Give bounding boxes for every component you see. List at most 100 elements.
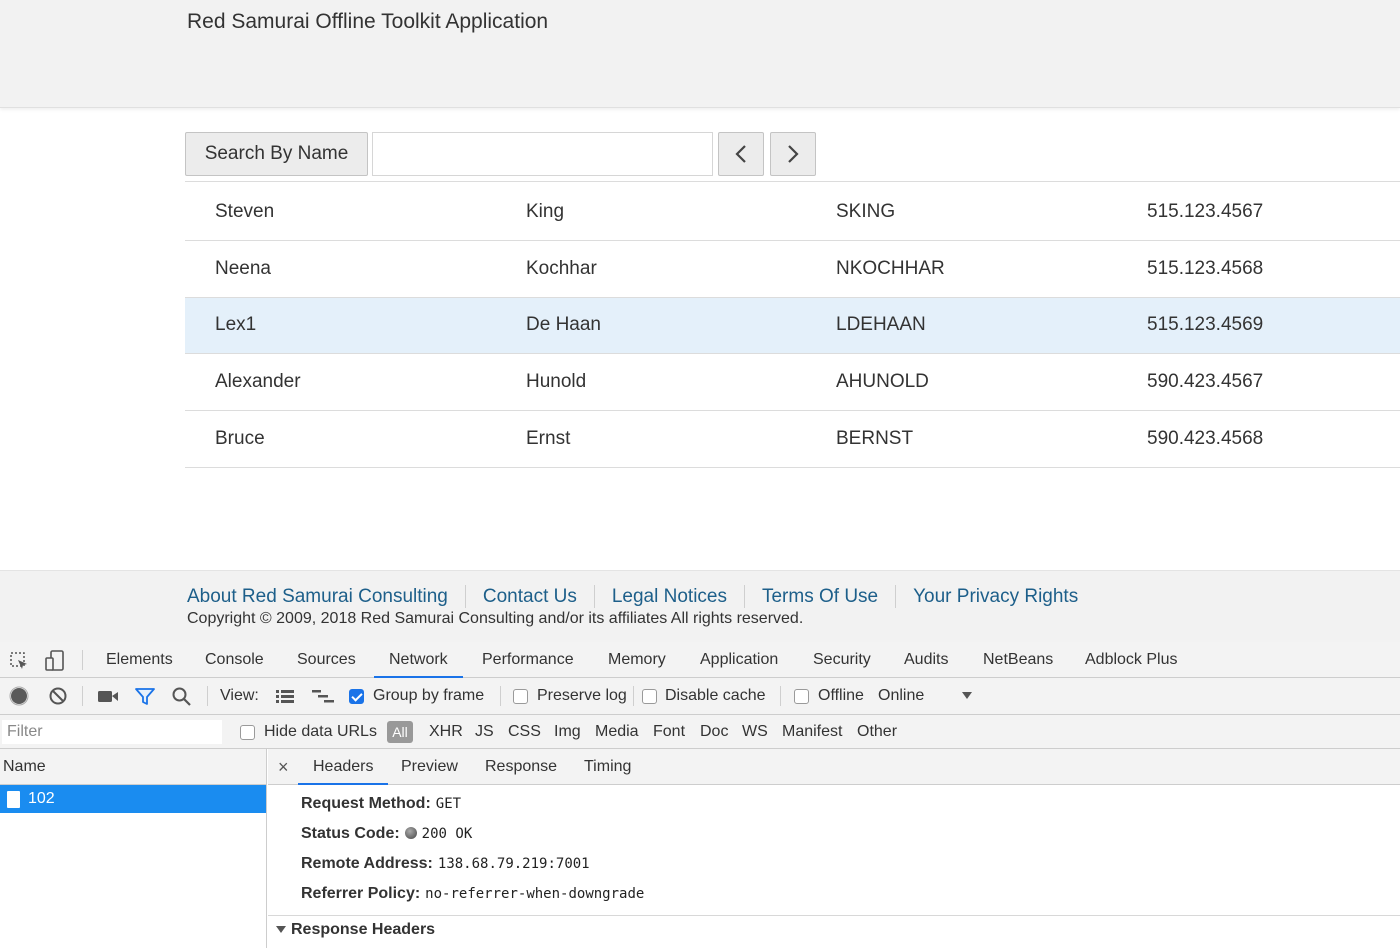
first-name-cell: Bruce	[215, 428, 265, 450]
toolbar-divider	[185, 181, 1400, 182]
close-icon[interactable]: ×	[278, 749, 289, 785]
phone-cell: 515.123.4569	[1147, 314, 1264, 336]
tab-application[interactable]: Application	[700, 642, 778, 678]
record-icon[interactable]	[9, 686, 29, 706]
email-cell: BERNST	[836, 428, 914, 450]
table-row[interactable]: Neena Kochhar NKOCHHAR 515.123.4568	[185, 241, 1400, 298]
tab-elements[interactable]: Elements	[106, 642, 173, 678]
footer-link-privacy[interactable]: Your Privacy Rights	[895, 585, 1095, 608]
type-filter-ws[interactable]: WS	[742, 715, 768, 749]
first-name-cell: Alexander	[215, 371, 301, 393]
last-name-cell: Hunold	[526, 371, 587, 393]
type-filter-all[interactable]: All	[387, 721, 413, 743]
footer-link-legal[interactable]: Legal Notices	[593, 585, 744, 608]
tab-audits[interactable]: Audits	[904, 642, 948, 678]
next-button[interactable]	[770, 132, 816, 176]
preserve-log-label: Preserve log	[537, 687, 627, 704]
referrer-policy-value: no-referrer-when-downgrade	[425, 886, 645, 902]
filter-bar: Hide data URLs All XHR JS CSS Img Media …	[0, 715, 1400, 749]
inspect-element-icon[interactable]	[8, 650, 30, 672]
last-name-cell: Ernst	[526, 428, 571, 450]
devtools-separator	[82, 650, 83, 670]
request-detail-tabs: × Headers Preview Response Timing	[268, 749, 1400, 785]
search-icon[interactable]	[171, 686, 193, 706]
toolbar-separator	[207, 686, 208, 706]
email-cell: AHUNOLD	[836, 371, 929, 393]
disable-cache-label: Disable cache	[665, 687, 766, 704]
tab-console[interactable]: Console	[205, 642, 264, 678]
tab-headers[interactable]: Headers	[298, 749, 389, 785]
device-toolbar-icon[interactable]	[44, 650, 66, 672]
last-name-cell: King	[526, 200, 565, 222]
status-code-row: Status Code: 200 OK	[301, 825, 472, 843]
document-icon	[7, 791, 20, 808]
app-header: Red Samurai Offline Toolkit Application	[0, 0, 1400, 108]
offline-checkbox[interactable]	[794, 689, 809, 704]
previous-button[interactable]	[718, 132, 764, 176]
tab-sources[interactable]: Sources	[297, 642, 356, 678]
type-filter-xhr[interactable]: XHR	[429, 715, 463, 749]
type-filter-img[interactable]: Img	[554, 715, 581, 749]
footer-link-terms[interactable]: Terms Of Use	[743, 585, 895, 608]
tab-network[interactable]: Network	[374, 642, 463, 678]
type-filter-css[interactable]: CSS	[508, 715, 541, 749]
first-name-cell: Steven	[215, 200, 275, 222]
section-divider	[268, 915, 1400, 916]
search-input[interactable]	[372, 132, 713, 176]
last-name-cell: De Haan	[526, 314, 601, 336]
devtools-panel: Elements Console Sources Network Perform…	[0, 642, 1400, 948]
tab-adblock-plus[interactable]: Adblock Plus	[1085, 642, 1178, 678]
email-cell: LDEHAAN	[836, 314, 926, 336]
preserve-log-checkbox[interactable]	[513, 689, 528, 704]
tab-memory[interactable]: Memory	[608, 642, 666, 678]
tab-preview[interactable]: Preview	[401, 749, 458, 785]
phone-cell: 515.123.4567	[1147, 200, 1264, 222]
dropdown-arrow-icon[interactable]	[961, 691, 973, 701]
hide-data-urls-checkbox[interactable]	[240, 725, 255, 740]
table-row[interactable]: Alexander Hunold AHUNOLD 590.423.4567	[185, 354, 1400, 412]
response-headers-toggle[interactable]: Response Headers	[276, 921, 435, 939]
table-row-selected[interactable]: Lex1 De Haan LDEHAAN 515.123.4569	[185, 297, 1400, 355]
large-rows-icon[interactable]	[274, 686, 296, 706]
devtools-tab-bar: Elements Console Sources Network Perform…	[0, 642, 1400, 678]
filter-input[interactable]	[2, 720, 222, 744]
table-row[interactable]: Steven King SKING 515.123.4567	[185, 184, 1400, 241]
request-row[interactable]: 102	[0, 785, 266, 813]
type-filter-manifest[interactable]: Manifest	[782, 715, 842, 749]
copyright-text: Copyright © 2009, 2018 Red Samurai Consu…	[187, 610, 804, 627]
status-code-value: 200 OK	[421, 826, 473, 842]
type-filter-media[interactable]: Media	[595, 715, 639, 749]
search-by-name-button[interactable]: Search By Name	[185, 132, 368, 176]
table-row[interactable]: Bruce Ernst BERNST 590.423.4568	[185, 411, 1400, 468]
last-name-cell: Kochhar	[526, 257, 597, 279]
tab-security[interactable]: Security	[813, 642, 871, 678]
phone-cell: 590.423.4567	[1147, 371, 1264, 393]
overview-waterfall-icon[interactable]	[311, 686, 335, 706]
tab-timing[interactable]: Timing	[584, 749, 631, 785]
type-filter-font[interactable]: Font	[653, 715, 685, 749]
expand-triangle-icon	[276, 926, 286, 933]
filter-funnel-icon[interactable]	[134, 686, 156, 706]
tab-netbeans[interactable]: NetBeans	[983, 642, 1053, 678]
footer-link-contact[interactable]: Contact Us	[464, 585, 594, 608]
disable-cache-checkbox[interactable]	[642, 689, 657, 704]
tab-response[interactable]: Response	[485, 749, 557, 785]
footer-link-about[interactable]: About Red Samurai Consulting	[187, 585, 465, 608]
toolbar-separator	[633, 686, 634, 706]
employees-table: Steven King SKING 515.123.4567 Neena Koc…	[185, 184, 1400, 468]
remote-address-label: Remote Address:	[301, 855, 433, 872]
group-by-frame-checkbox[interactable]	[349, 689, 364, 704]
type-filter-other[interactable]: Other	[857, 715, 897, 749]
group-by-frame-label: Group by frame	[373, 687, 485, 704]
tab-performance[interactable]: Performance	[482, 642, 574, 678]
app-footer: About Red Samurai Consulting Contact Us …	[0, 570, 1400, 642]
name-column-header[interactable]: Name	[0, 749, 267, 785]
phone-cell: 515.123.4568	[1147, 257, 1264, 279]
throttling-select[interactable]: Online	[878, 678, 924, 714]
screenshot-camera-icon[interactable]	[97, 686, 119, 706]
type-filter-js[interactable]: JS	[475, 715, 494, 749]
type-filter-doc[interactable]: Doc	[700, 715, 728, 749]
status-code-label: Status Code:	[301, 825, 400, 842]
view-label: View:	[220, 687, 259, 704]
clear-icon[interactable]	[48, 686, 68, 706]
